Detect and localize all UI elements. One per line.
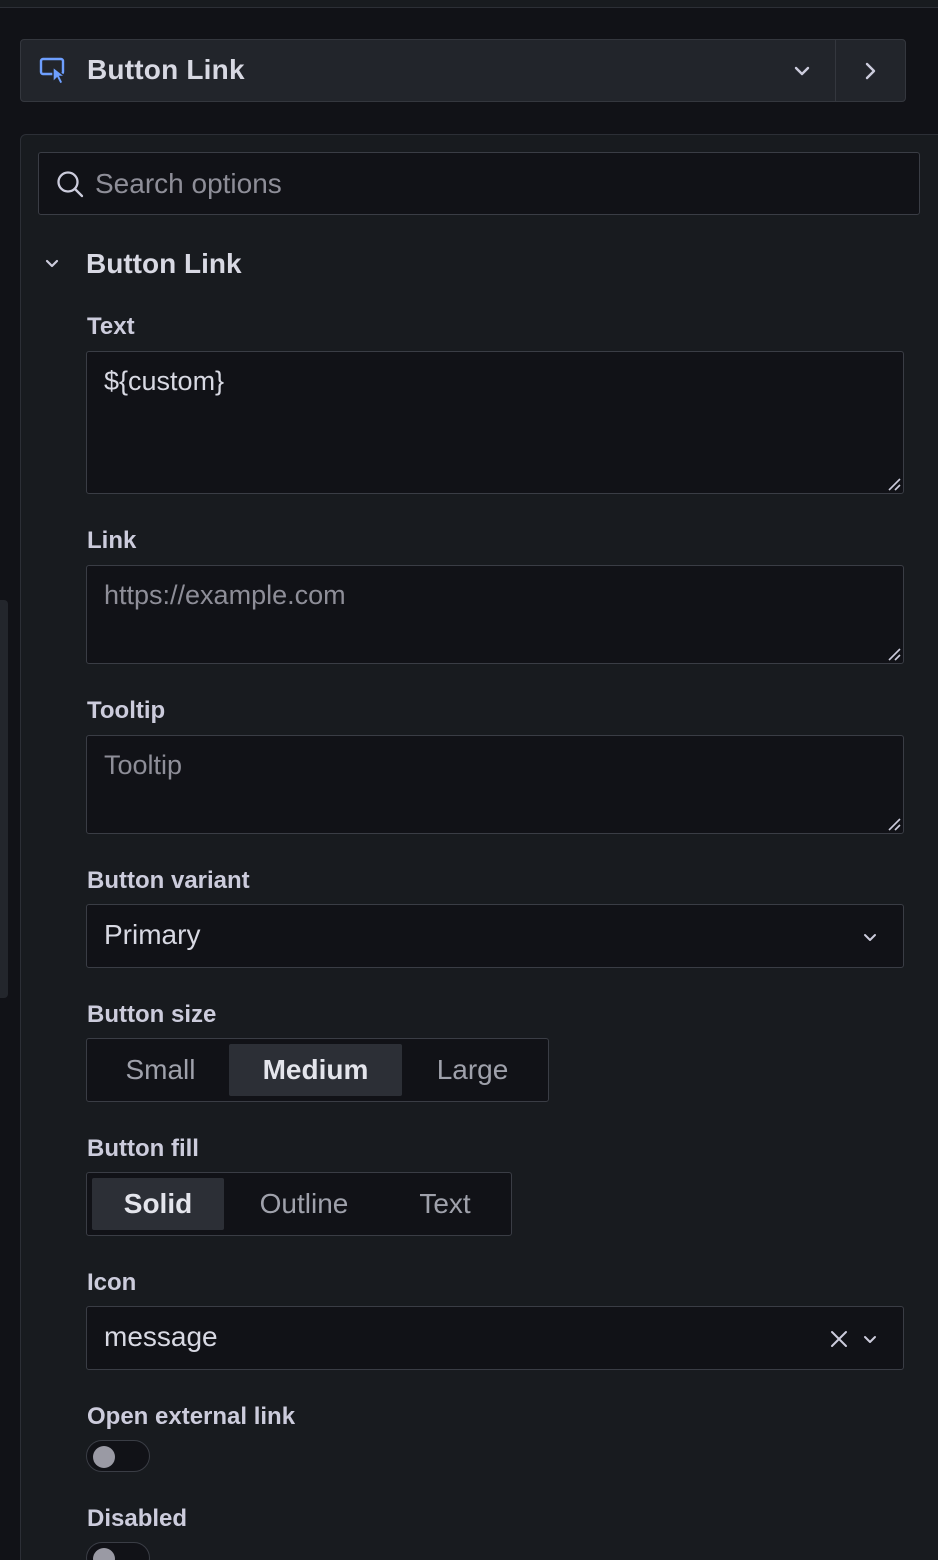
search-box[interactable] (38, 152, 920, 215)
button-size-option-medium[interactable]: Medium (229, 1044, 402, 1096)
chevron-right-icon[interactable] (857, 57, 883, 85)
button-fill-label: Button fill (87, 1135, 199, 1162)
tooltip-label: Tooltip (87, 697, 166, 724)
button-fill-radio-group: Solid Outline Text (86, 1172, 512, 1236)
button-fill-option-outline[interactable]: Outline (224, 1178, 384, 1230)
section-title: Button Link (86, 248, 242, 279)
section-header[interactable]: Button Link (40, 246, 242, 282)
search-icon (57, 171, 84, 198)
resize-handle-icon[interactable] (886, 646, 902, 662)
visualization-name: Button Link (87, 54, 245, 85)
resize-handle-icon[interactable] (886, 816, 902, 832)
button-fill-option-text[interactable]: Text (384, 1178, 506, 1230)
icon-select[interactable]: message (86, 1306, 904, 1370)
open-external-link-toggle[interactable] (86, 1440, 150, 1472)
button-size-radio-group: Small Medium Large (86, 1038, 549, 1102)
button-variant-label: Button variant (87, 867, 250, 894)
icon-label: Icon (87, 1269, 137, 1296)
link-label: Link (87, 527, 137, 554)
disabled-label: Disabled (87, 1505, 188, 1532)
chevron-down-icon (864, 1336, 876, 1343)
toggle-knob (93, 1548, 115, 1560)
toggle-knob (93, 1446, 115, 1468)
button-variant-value: Primary (104, 919, 201, 950)
button-size-option-small[interactable]: Small (92, 1044, 229, 1096)
text-label: Text (87, 313, 135, 340)
open-external-link-label: Open external link (87, 1403, 296, 1430)
icon-value: message (104, 1321, 218, 1352)
button-variant-select[interactable]: Primary (86, 904, 904, 968)
button-size-option-large[interactable]: Large (402, 1044, 543, 1096)
top-edge (0, 0, 938, 8)
link-field[interactable] (86, 565, 904, 664)
visualization-picker[interactable]: Button Link (20, 39, 906, 102)
resize-handle-icon[interactable] (886, 476, 902, 492)
button-fill-option-solid[interactable]: Solid (92, 1178, 224, 1230)
divider (835, 40, 836, 101)
button-link-icon (39, 57, 68, 85)
chevron-down-icon[interactable] (789, 58, 815, 84)
tooltip-field[interactable] (86, 735, 904, 834)
disabled-toggle[interactable] (86, 1542, 150, 1560)
chevron-down-icon (45, 259, 59, 268)
text-field[interactable]: ${custom} (86, 351, 904, 494)
button-size-label: Button size (87, 1001, 217, 1028)
scrollbar[interactable] (0, 600, 8, 998)
search-input[interactable] (95, 153, 895, 214)
chevron-down-icon (864, 934, 876, 941)
close-icon[interactable] (827, 1327, 851, 1351)
